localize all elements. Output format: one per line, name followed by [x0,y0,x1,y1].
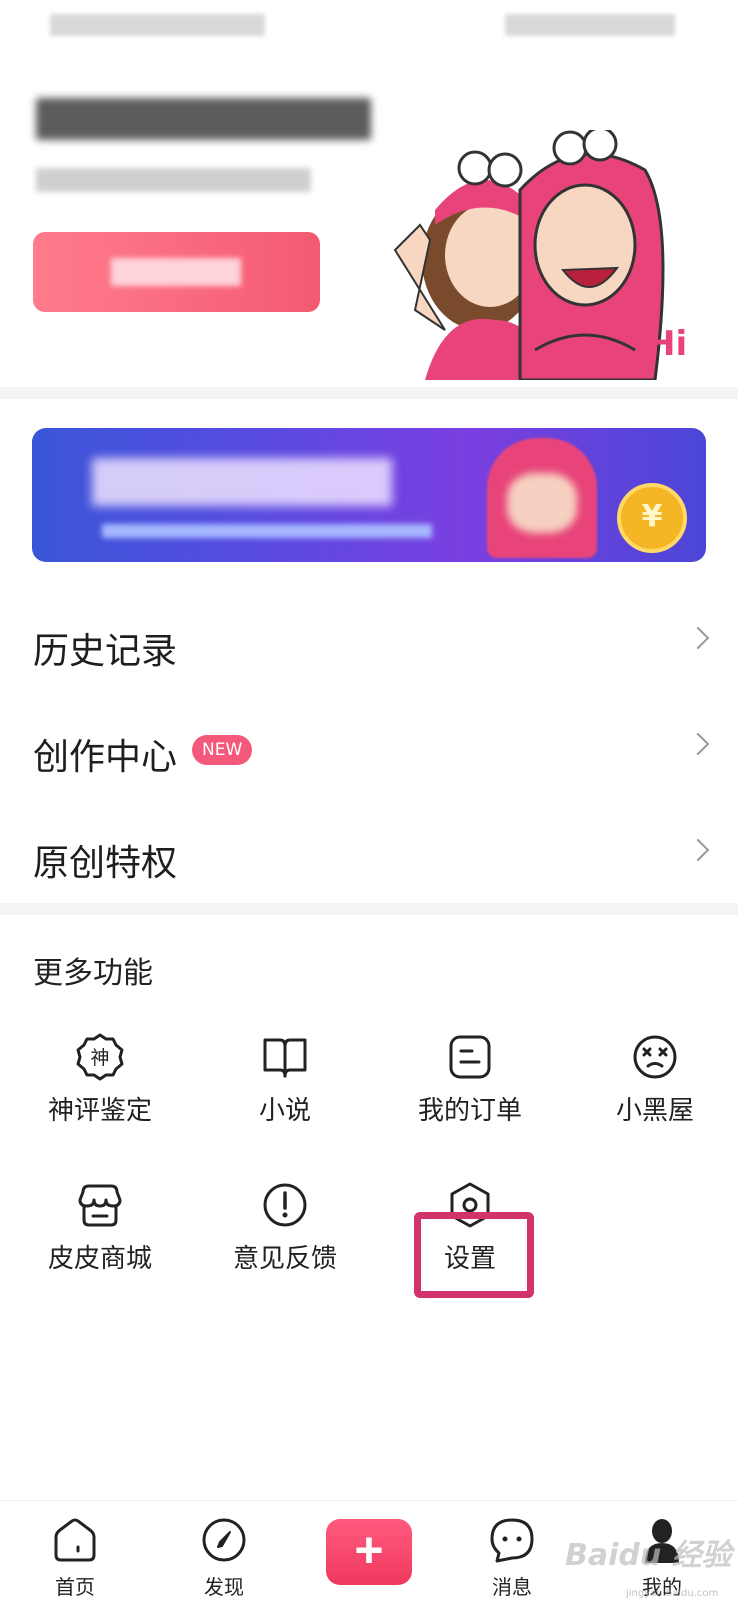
shen-badge-icon: 神 [76,1033,124,1081]
watermark-url: jingyan.baidu.com [626,1588,719,1599]
chevron-right-icon [686,626,710,650]
login-button[interactable] [33,232,320,312]
feature-store[interactable]: 皮皮商城 [15,1180,185,1300]
status-bar-right [505,14,675,36]
feature-label: 皮皮商城 [47,1244,152,1274]
compass-icon [202,1518,246,1562]
creator-center-label: 创作中心 [33,737,178,778]
tab-label: 消息 [492,1575,532,1599]
hero-subtitle [36,168,311,192]
menu-row-original[interactable]: 原创特权 [0,808,738,908]
chevron-right-icon [686,838,710,862]
promo-banner[interactable]: ¥ [32,428,706,562]
tab-discover[interactable]: 发现 [174,1501,274,1601]
original-label: 原创特权 [33,843,178,884]
feature-label: 小说 [258,1096,311,1126]
tab-home[interactable]: 首页 [25,1501,125,1601]
book-icon [263,1038,307,1078]
mascot-illustration: Hi [393,130,687,380]
order-icon [449,1035,491,1079]
home-icon [54,1518,96,1562]
more-features-title: 更多功能 [33,956,153,991]
feature-shen-ping[interactable]: 神 神评鉴定 [15,1032,185,1152]
settings-highlight-box [414,1212,534,1298]
tab-label: 发现 [204,1575,244,1599]
menu-row-creator-center[interactable]: 创作中心 NEW [0,702,738,802]
login-hero: Hi [0,60,738,385]
divider [0,903,738,915]
divider [0,387,738,399]
status-bar-left [50,14,265,36]
watermark: Baidu 经验 [565,1538,732,1573]
menu-row-history[interactable]: 历史记录 [0,596,738,696]
coin-icon: ¥ [617,483,687,553]
history-label: 历史记录 [33,631,178,672]
chat-icon [490,1518,534,1563]
feature-label: 小黑屋 [615,1096,694,1126]
feature-blacklist[interactable]: 小黑屋 [570,1032,738,1152]
dizzy-face-icon [633,1035,677,1079]
tab-messages[interactable]: 消息 [462,1501,562,1601]
svg-text:神: 神 [90,1047,109,1069]
chevron-right-icon [686,732,710,756]
feature-label: 意见反馈 [232,1244,337,1274]
hero-title [36,98,371,140]
new-badge: NEW [192,735,253,765]
publish-plus-button[interactable]: + [326,1519,412,1585]
feature-label: 我的订单 [417,1096,522,1126]
svg-text:Hi: Hi [647,324,687,364]
tab-label: 首页 [55,1575,95,1599]
exclamation-icon [263,1183,307,1227]
feature-feedback[interactable]: 意见反馈 [200,1180,370,1300]
feature-label: 神评鉴定 [47,1096,152,1126]
feature-novel[interactable]: 小说 [200,1032,370,1152]
store-icon [78,1184,122,1227]
feature-my-orders[interactable]: 我的订单 [385,1032,555,1152]
